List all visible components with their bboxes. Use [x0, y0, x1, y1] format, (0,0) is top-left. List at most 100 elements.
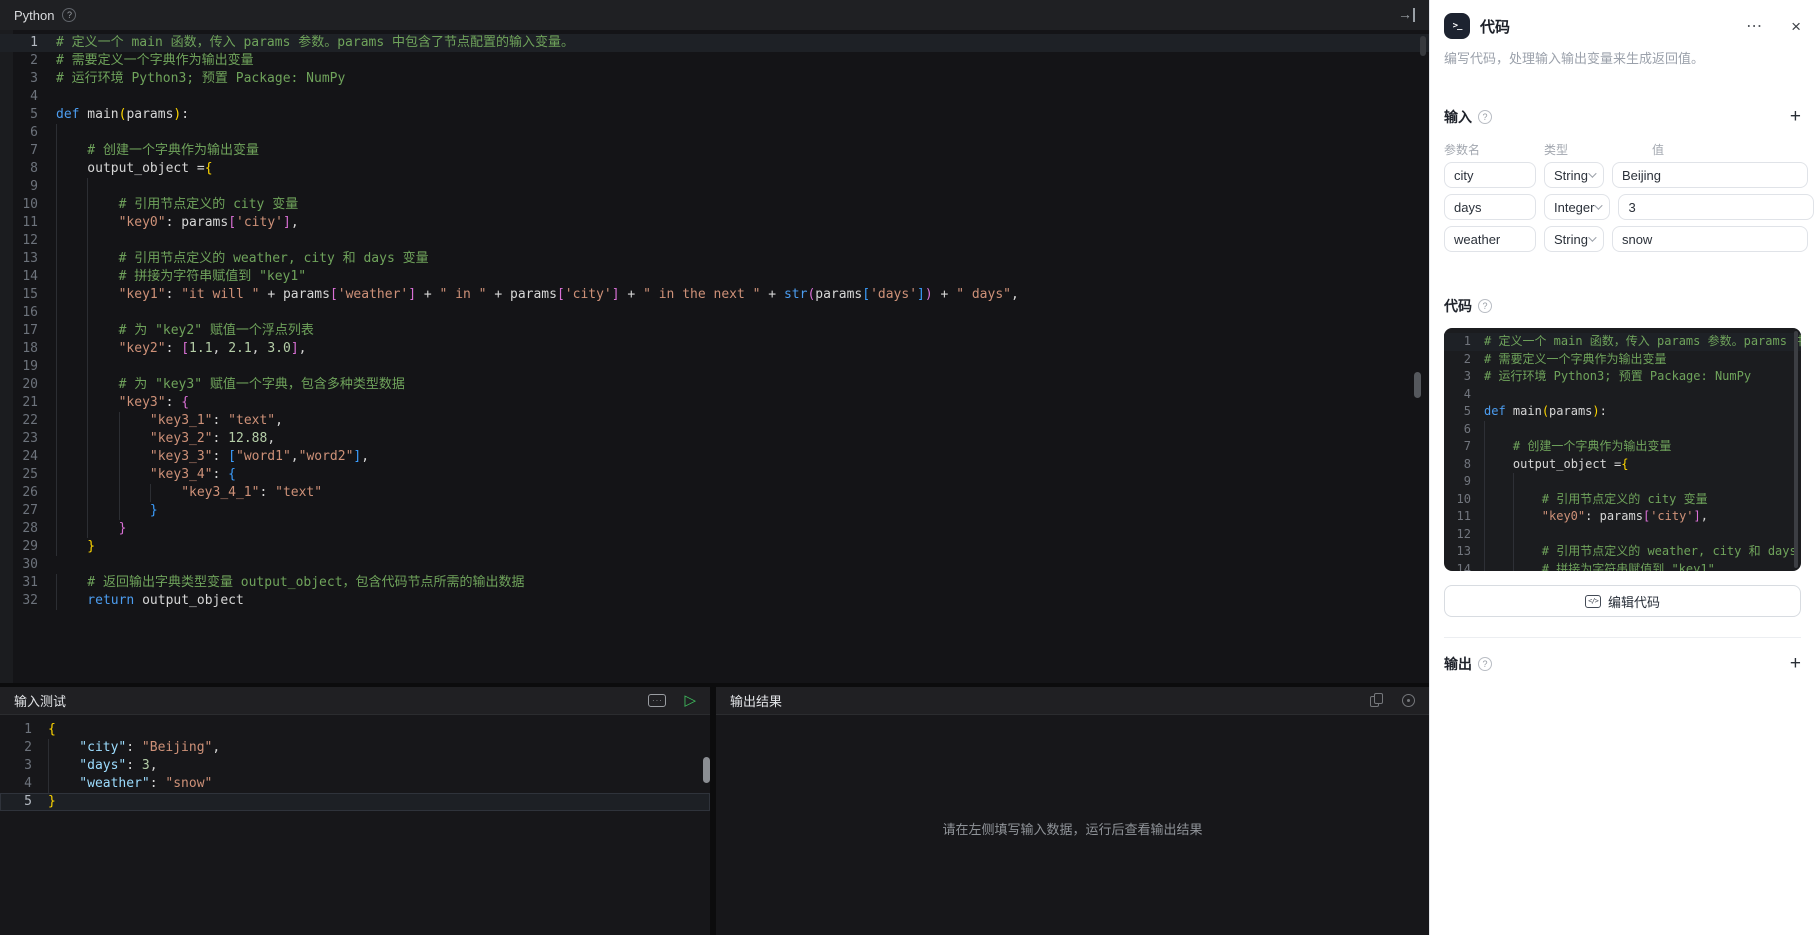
- input-param-row: String−: [1444, 162, 1808, 188]
- sidebar-title: 代码: [1480, 18, 1511, 36]
- more-menu-icon[interactable]: ⋯: [1746, 16, 1763, 36]
- code-line: 6: [1444, 420, 1801, 438]
- code-line: 9: [1444, 473, 1801, 491]
- code-line: 11 "key0": params['city'],: [1444, 508, 1801, 526]
- input-param-row: String−: [1444, 226, 1808, 252]
- code-line: 32 return output_object: [22, 592, 244, 610]
- help-icon[interactable]: ?: [62, 8, 77, 22]
- collapse-panel-icon[interactable]: →: [1398, 7, 1415, 22]
- input-test-panel: 输入测试 ··· ▷ 1{2 "city": "Beijing", 3 "days":…: [0, 687, 710, 935]
- column-type: 类型: [1544, 143, 1569, 157]
- code-line: 4: [1463, 386, 1471, 401]
- param-type-select[interactable]: String: [1544, 226, 1604, 252]
- code-line: 29}: [22, 538, 96, 556]
- code-line: 1{: [24, 722, 56, 737]
- param-type-select[interactable]: Integer: [1544, 194, 1611, 220]
- section-divider: [1444, 637, 1801, 638]
- code-line: 22 "key3_1": "text",: [22, 412, 283, 430]
- code-line: 14 # 拼接为字符串赋值到 "key1": [1444, 560, 1801, 571]
- param-value-input[interactable]: [1611, 162, 1808, 188]
- code-line: 4 "weather": "snow": [24, 775, 213, 793]
- editor-header: Python ? →: [0, 0, 1429, 30]
- code-editor-icon: </>: [1584, 594, 1601, 608]
- code-line: 4: [30, 89, 38, 104]
- editor-language-label: Python: [14, 7, 55, 23]
- sidebar-header: >_ 代码 ⋯ ×: [1444, 12, 1801, 40]
- code-preview-scrollbar[interactable]: [1794, 331, 1798, 568]
- code-line: 2 # 需要定义一个字典作为输出变量: [1463, 351, 1667, 366]
- keyboard-icon[interactable]: ···: [648, 694, 667, 707]
- code-line: 11 "key0": params['city'],: [22, 214, 299, 232]
- code-line: 13 # 引用节点定义的 weather, city 和 days 变量: [1444, 543, 1801, 561]
- run-status-icon[interactable]: [1402, 694, 1415, 707]
- code-line: 30: [22, 557, 38, 572]
- bottom-panel-resize-handle[interactable]: [703, 757, 710, 783]
- param-value-input[interactable]: [1611, 226, 1808, 252]
- help-icon[interactable]: ?: [1478, 299, 1492, 313]
- python-code-editor[interactable]: 1 # 定义一个 main 函数，传入 params 参数。params 中包含了…: [0, 30, 1429, 683]
- code-line: 21 "key3": {: [22, 394, 190, 412]
- chevron-down-icon: [1588, 233, 1597, 242]
- column-value: 值: [1652, 143, 1665, 157]
- inputs-section-header: 输入 ? +: [1444, 107, 1801, 127]
- code-line: 12: [0, 232, 1429, 250]
- param-name-input[interactable]: [1444, 162, 1536, 188]
- code-line: 1# 定义一个 main 函数，传入 params 参数。params 中包含了…: [0, 34, 1429, 52]
- code-line: 17 # 为 "key2" 赋值一个浮点列表: [22, 322, 314, 340]
- code-preview[interactable]: 1# 定义一个 main 函数，传入 params 参数。params 中包含了…: [1444, 328, 1801, 571]
- param-type-select[interactable]: String: [1544, 162, 1604, 188]
- add-output-button[interactable]: +: [1790, 654, 1801, 673]
- code-line: 3 # 运行环境 Python3; 预置 Package: NumPy: [30, 71, 346, 86]
- code-line: 6: [0, 124, 1429, 142]
- input-test-title: 输入测试: [14, 694, 67, 709]
- input-param-rows: String− Integer− String−: [1444, 162, 1815, 252]
- code-line: 25 "key3_4": {: [22, 466, 236, 484]
- code-line: 13 # 引用节点定义的 weather, city 和 days 变量: [22, 250, 429, 268]
- output-result-panel: 输出结果 请在左侧填写输入数据，运行后查看输出结果: [716, 687, 1429, 935]
- code-node-icon: >_: [1444, 13, 1470, 39]
- code-line: 10 # 引用节点定义的 city 变量: [22, 196, 299, 214]
- help-icon[interactable]: ?: [1478, 110, 1492, 124]
- code-line: 2 "city": "Beijing",: [24, 739, 221, 757]
- input-test-header: 输入测试 ··· ▷: [0, 687, 710, 715]
- sidebar-description: 编写代码，处理输入输出变量来生成返回值。: [1444, 51, 1705, 66]
- code-line: 5}: [0, 793, 710, 811]
- input-test-json-editor[interactable]: 1{2 "city": "Beijing", 3 "days": 3, 4 "weathe…: [0, 715, 710, 935]
- help-icon[interactable]: ?: [1478, 657, 1492, 671]
- column-param-name: 参数名: [1444, 143, 1481, 157]
- code-line: 28}: [22, 520, 127, 538]
- param-name-input[interactable]: [1444, 226, 1536, 252]
- editor-scrollbar-thumb[interactable]: [1420, 36, 1426, 56]
- code-line: 8 output_object ={: [1444, 455, 1801, 473]
- close-icon[interactable]: ×: [1791, 18, 1801, 35]
- copy-icon[interactable]: [1370, 693, 1384, 708]
- output-result-header: 输出结果: [716, 687, 1429, 715]
- code-line: 8 output_object ={: [30, 160, 213, 178]
- chevron-down-icon: [1594, 201, 1604, 210]
- code-line: 16: [0, 304, 1429, 322]
- code-line: 7 # 创建一个字典作为输出变量: [30, 142, 259, 160]
- output-result-title: 输出结果: [730, 694, 783, 709]
- code-line: 20 # 为 "key3" 赋值一个字典，包含多种类型数据: [22, 376, 405, 394]
- run-test-button[interactable]: ▷: [684, 693, 696, 708]
- param-name-input[interactable]: [1444, 194, 1536, 220]
- code-line: 7 # 创建一个字典作为输出变量: [1444, 438, 1801, 456]
- code-line: 24 "key3_3": ["word1","word2"],: [22, 448, 370, 466]
- code-line: 27}: [22, 502, 158, 520]
- code-line: 10 # 引用节点定义的 city 变量: [1444, 490, 1801, 508]
- param-value-input[interactable]: [1618, 194, 1815, 220]
- code-line: 23 "key3_2": 12.88,: [22, 430, 276, 448]
- code-section-title: 代码: [1444, 298, 1472, 314]
- add-input-button[interactable]: +: [1790, 107, 1801, 126]
- edit-code-label: 编辑代码: [1607, 594, 1660, 610]
- inputs-section-title: 输入: [1444, 109, 1472, 125]
- code-line: 14 # 拼接为字符串赋值到 "key1": [22, 268, 307, 286]
- edit-code-button[interactable]: </> 编辑代码: [1444, 585, 1801, 617]
- code-line: 5 def main(params):: [30, 107, 190, 122]
- outputs-section-header: 输出 ? +: [1444, 654, 1801, 674]
- code-line: 1# 定义一个 main 函数，传入 params 参数。params 中包含了…: [1444, 333, 1801, 351]
- python-editor-panel: Python ? → 1 # 定义一个 main 函数，传入 params 参数。…: [0, 0, 1429, 683]
- code-line: 5 def main(params):: [1463, 404, 1607, 418]
- code-line: 31 # 返回输出字典类型变量 output_object，包含代码节点所需的输出…: [22, 574, 525, 592]
- input-param-row: Integer−: [1444, 194, 1815, 220]
